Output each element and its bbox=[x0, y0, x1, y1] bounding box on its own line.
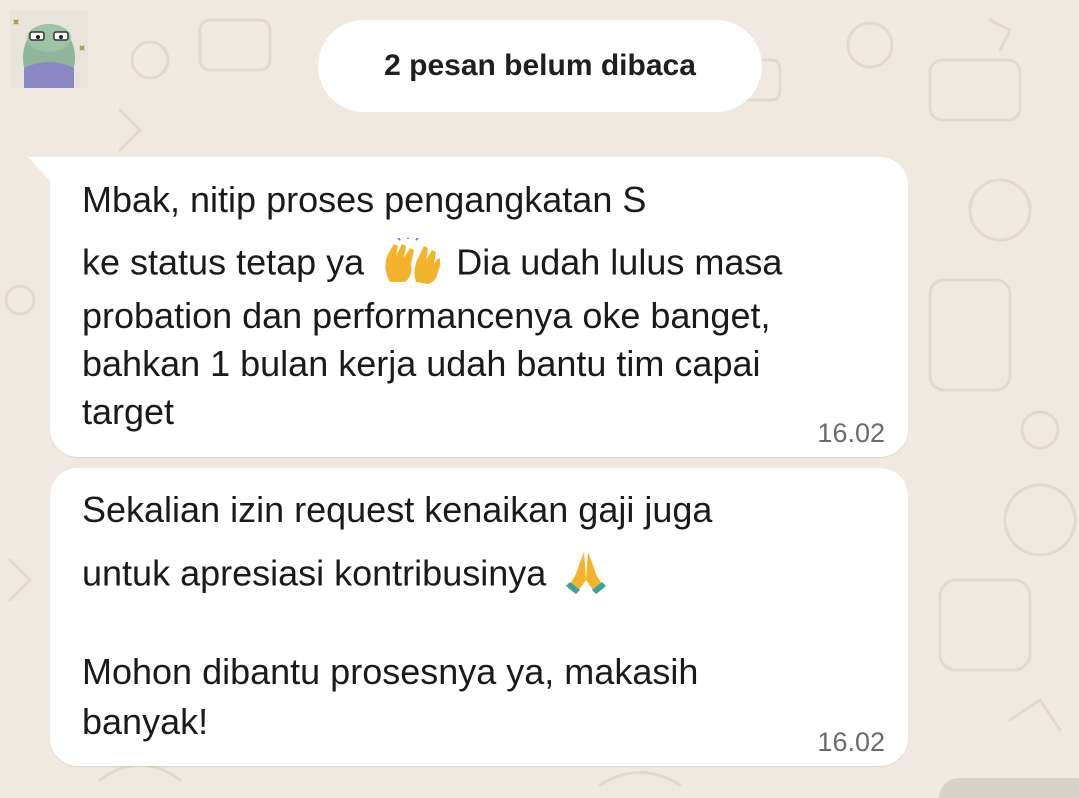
message-line: banyak! bbox=[82, 701, 209, 742]
message-time: 16.02 bbox=[817, 727, 885, 757]
redacted-name bbox=[646, 187, 817, 218]
message-line: Sekalian izin request kenaikan gaji juga bbox=[82, 489, 713, 530]
message-line: Mbak, nitip proses pengangkatan S bbox=[82, 180, 817, 220]
input-bar-edge bbox=[939, 778, 1079, 798]
message-line: ke status tetap ya Dia udah lulus masa bbox=[82, 237, 782, 292]
message-line: probation dan performancenya oke banget, bbox=[82, 295, 771, 336]
cartoon-avatar-icon bbox=[10, 10, 88, 88]
raising-hands-icon bbox=[380, 237, 443, 292]
folded-hands-icon bbox=[562, 548, 610, 604]
contact-avatar[interactable] bbox=[10, 10, 88, 88]
unread-messages-label: 2 pesan belum dibaca bbox=[384, 49, 696, 82]
message-line: bahkan 1 bulan kerja udah bantu tim capa… bbox=[82, 343, 761, 384]
message-line: untuk apresiasi kontribusinya bbox=[82, 548, 616, 604]
message-line: Mohon dibantu prosesnya ya, makasih bbox=[82, 651, 699, 692]
message-line: target bbox=[82, 391, 175, 432]
unread-messages-banner: 2 pesan belum dibaca bbox=[318, 20, 762, 112]
message-time: 16.02 bbox=[817, 418, 885, 448]
